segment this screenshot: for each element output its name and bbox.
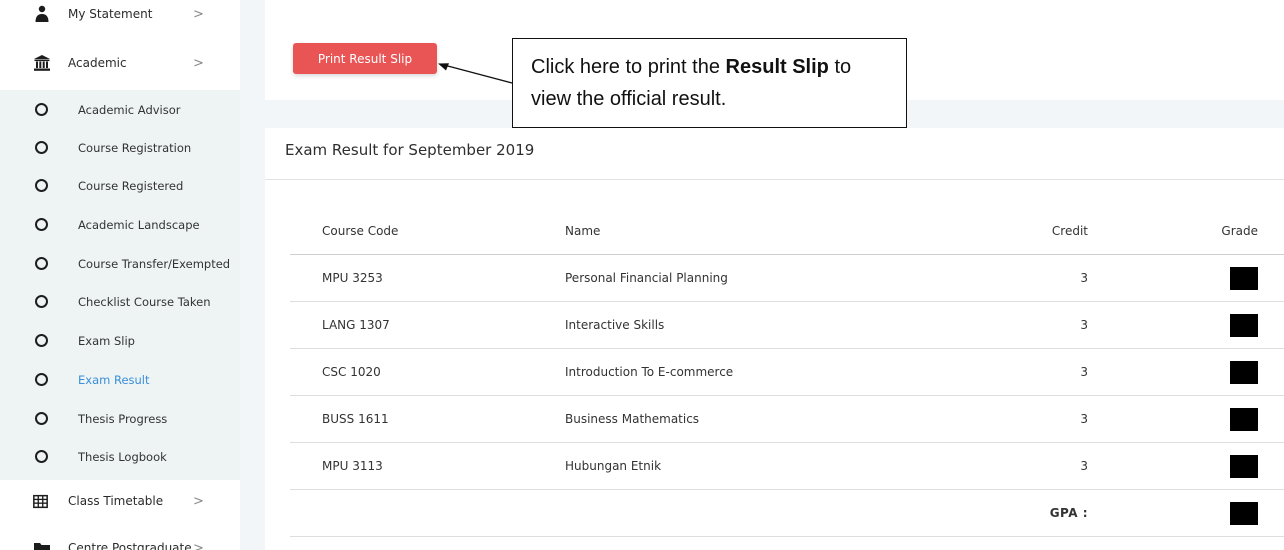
- circle-icon: [35, 257, 48, 270]
- circle-icon: [35, 412, 48, 425]
- sidebar-item-label: Checklist Course Taken: [78, 294, 211, 309]
- course-name: Hubungan Etnik: [565, 459, 662, 473]
- circle-icon: [35, 218, 48, 231]
- table-row: CSC 1020 Introduction To E-commerce 3: [290, 349, 1284, 396]
- sidebar-item-checklist-course-taken[interactable]: Checklist Course Taken: [0, 282, 240, 321]
- course-code: CSC 1020: [322, 365, 381, 379]
- sidebar-item-label: Course Registered: [78, 178, 184, 193]
- sidebar-item-centre-postgraduate[interactable]: Centre Postgraduate >: [0, 528, 240, 550]
- course-name: Business Mathematics: [565, 412, 700, 426]
- column-header-credit: Credit: [1051, 223, 1088, 238]
- chevron-right-icon: >: [193, 55, 204, 71]
- course-code: BUSS 1611: [322, 412, 389, 426]
- institution-icon: [34, 55, 50, 71]
- redacted-grade: [1230, 407, 1258, 431]
- column-header-course-code: Course Code: [322, 223, 399, 238]
- chevron-right-icon: >: [193, 6, 204, 22]
- sidebar-item-course-registration[interactable]: Course Registration: [0, 128, 240, 167]
- sidebar-item-label: Academic: [68, 56, 127, 70]
- sidebar-item-academic-advisor[interactable]: Academic Advisor: [0, 90, 240, 129]
- course-code: LANG 1307: [322, 318, 390, 332]
- redacted-grade: [1230, 360, 1258, 384]
- circle-icon: [35, 295, 48, 308]
- sidebar-item-thesis-progress[interactable]: Thesis Progress: [0, 399, 240, 438]
- divider: [265, 179, 1284, 180]
- user-icon: [35, 5, 49, 22]
- callout-arrow: [438, 63, 513, 84]
- course-credit: 3: [1080, 412, 1088, 426]
- redacted-grade: [1230, 266, 1258, 290]
- course-name: Interactive Skills: [565, 318, 665, 332]
- sidebar-item-thesis-logbook[interactable]: Thesis Logbook: [0, 437, 240, 476]
- folder-icon: [34, 543, 50, 550]
- sidebar-item-label: Exam Result: [78, 372, 150, 387]
- sidebar-item-label: My Statement: [68, 7, 153, 21]
- sidebar-item-class-timetable[interactable]: Class Timetable >: [0, 481, 240, 521]
- table-row: LANG 1307 Interactive Skills 3: [290, 302, 1284, 349]
- course-credit: 3: [1080, 365, 1088, 379]
- sidebar-item-course-transfer[interactable]: Course Transfer/Exempted: [0, 244, 240, 283]
- table-header: Course Code Name Credit Grade: [290, 207, 1284, 255]
- sidebar-item-label: Class Timetable: [68, 494, 164, 508]
- course-name: Personal Financial Planning: [565, 271, 728, 285]
- circle-icon: [35, 103, 48, 116]
- sidebar-item-label: Thesis Logbook: [78, 449, 167, 464]
- course-credit: 3: [1080, 271, 1088, 285]
- redacted-grade: [1230, 454, 1258, 478]
- sidebar: My Statement > Academic > Academic Advis…: [0, 0, 240, 550]
- grade-cell: [1190, 443, 1258, 489]
- table-row: MPU 3113 Hubungan Etnik 3: [290, 443, 1284, 490]
- circle-icon: [35, 334, 48, 347]
- sidebar-item-academic-landscape[interactable]: Academic Landscape: [0, 205, 240, 244]
- page-title: Exam Result for September 2019: [285, 141, 535, 159]
- course-credit: 3: [1080, 459, 1088, 473]
- gpa-cell: [1190, 490, 1258, 536]
- exam-result-table: Course Code Name Credit Grade MPU 3253 P…: [290, 207, 1284, 537]
- chevron-right-icon: >: [193, 493, 204, 509]
- sidebar-item-label: Centre Postgraduate: [68, 541, 192, 550]
- course-code: MPU 3113: [322, 459, 383, 473]
- course-credit: 3: [1080, 318, 1088, 332]
- course-code: MPU 3253: [322, 271, 383, 285]
- gpa-row: GPA :: [290, 490, 1284, 537]
- academic-submenu: Academic Advisor Course Registration Cou…: [0, 90, 240, 480]
- sidebar-item-exam-slip[interactable]: Exam Slip: [0, 321, 240, 360]
- circle-icon: [35, 450, 48, 463]
- sidebar-item-exam-result[interactable]: Exam Result: [0, 360, 240, 399]
- redacted-grade: [1230, 313, 1258, 337]
- sidebar-item-label: Course Transfer/Exempted: [78, 256, 231, 271]
- sidebar-item-label: Academic Landscape: [78, 217, 200, 232]
- redacted-gpa: [1230, 501, 1258, 525]
- column-header-name: Name: [565, 223, 601, 238]
- sidebar-item-course-registered[interactable]: Course Registered: [0, 166, 240, 205]
- sidebar-item-my-statement[interactable]: My Statement >: [0, 0, 240, 34]
- callout-bold-text: Result: [725, 56, 787, 78]
- sidebar-item-label: Academic Advisor: [78, 102, 181, 117]
- grade-cell: [1190, 396, 1258, 442]
- gpa-label: GPA :: [1049, 506, 1088, 520]
- sidebar-item-label: Course Registration: [78, 140, 192, 155]
- table-row: MPU 3253 Personal Financial Planning 3: [290, 255, 1284, 302]
- print-result-slip-button[interactable]: Print Result Slip: [293, 43, 437, 74]
- grade-cell: [1190, 349, 1258, 395]
- table-icon: [33, 494, 48, 508]
- sidebar-item-label: Exam Slip: [78, 333, 135, 348]
- column-header-grade: Grade: [1221, 223, 1258, 238]
- circle-icon: [35, 373, 48, 386]
- grade-cell: [1190, 255, 1258, 301]
- sidebar-item-label: Thesis Progress: [78, 411, 168, 426]
- grade-cell: [1190, 302, 1258, 348]
- circle-icon: [35, 179, 48, 192]
- callout-annotation: Click here to print the Result Slip to v…: [512, 38, 907, 128]
- sidebar-item-academic[interactable]: Academic >: [0, 43, 240, 83]
- callout-bold-text: Slip: [792, 56, 829, 78]
- course-name: Introduction To E-commerce: [565, 365, 734, 379]
- callout-text: Click here to print the: [531, 56, 726, 78]
- table-row: BUSS 1611 Business Mathematics 3: [290, 396, 1284, 443]
- chevron-right-icon: >: [193, 540, 204, 550]
- circle-icon: [35, 141, 48, 154]
